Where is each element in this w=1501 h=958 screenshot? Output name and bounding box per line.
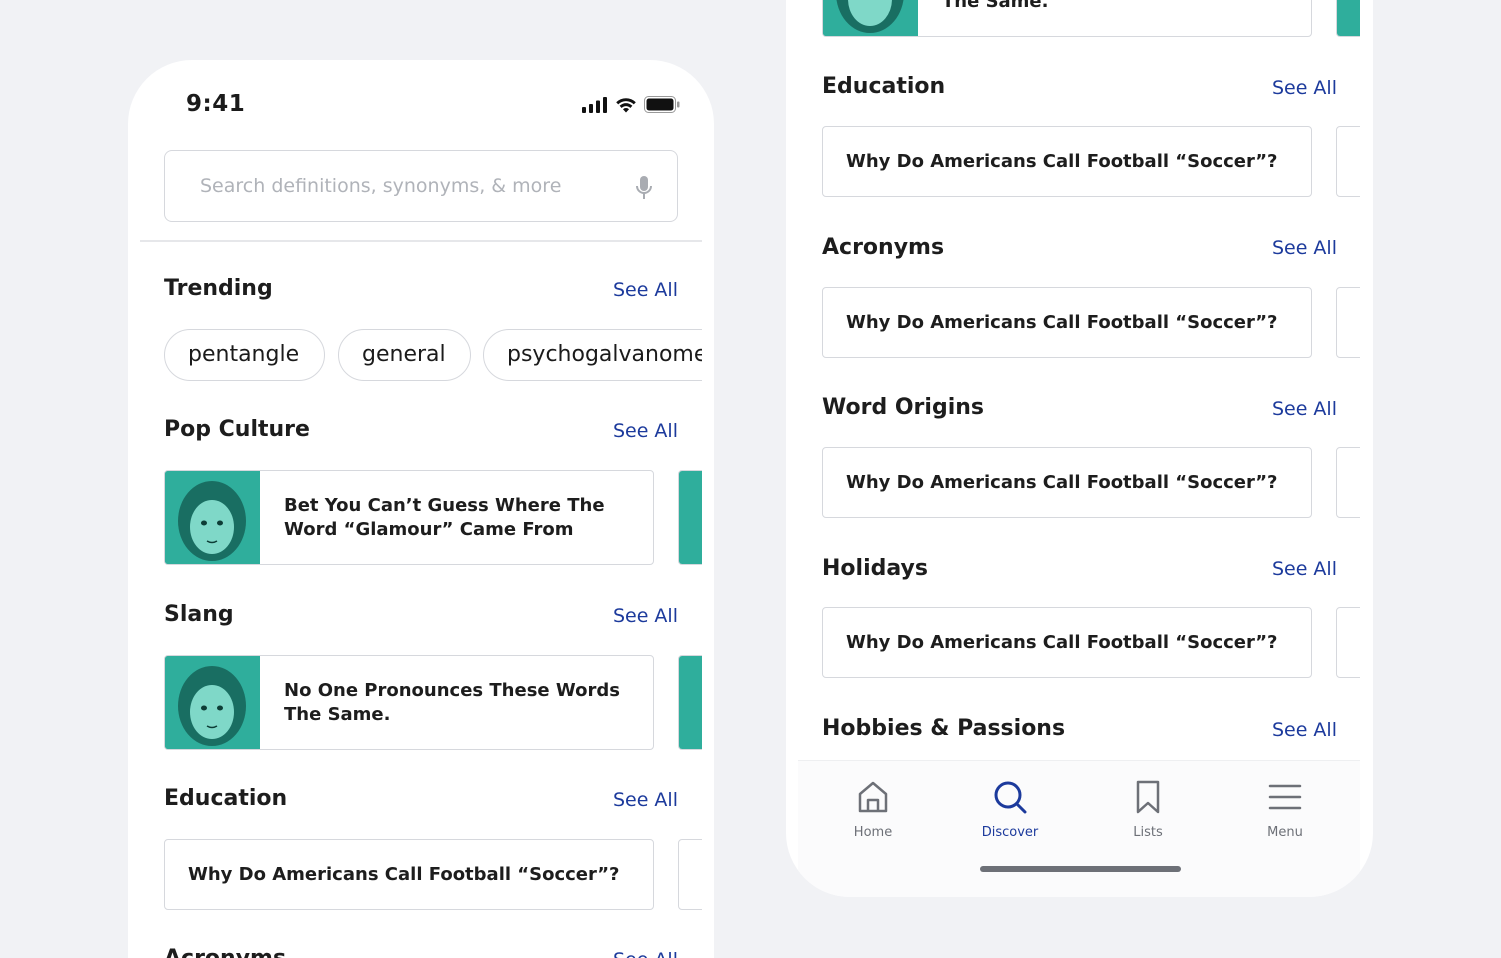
- search-icon: [994, 781, 1027, 814]
- article-title: Why Do Americans Call Football “Soccer”?: [846, 632, 1278, 653]
- article-card-peek[interactable]: [678, 470, 702, 565]
- article-title: Bet You Can’t Guess Where The Word “Glam…: [284, 495, 605, 540]
- article-thumbnail: [679, 656, 702, 749]
- see-all-holidays-link[interactable]: See All: [1272, 558, 1337, 580]
- education-carousel: Why Do Americans Call Football “Soccer”?: [786, 120, 1360, 210]
- word-origins-carousel: Why Do Americans Call Football “Soccer”?: [786, 440, 1360, 530]
- article-title: Why Do Americans Call Football “Soccer”?: [846, 151, 1278, 172]
- article-card[interactable]: Why Do Americans Call Football “Soccer”?: [822, 287, 1312, 358]
- article-card-peek[interactable]: [1336, 607, 1360, 678]
- see-all-education-link[interactable]: See All: [1272, 77, 1337, 99]
- article-card[interactable]: Bet You Can’t Guess Where The Word “Glam…: [164, 470, 654, 565]
- section-title-education: Education: [822, 74, 946, 99]
- see-all-acronyms-link[interactable]: See All: [1272, 237, 1337, 259]
- section-title-holidays: Holidays: [822, 556, 928, 581]
- article-thumbnail: [679, 471, 702, 564]
- section-title-acronyms: Acronyms: [822, 235, 945, 260]
- article-title: Why Do Americans Call Football “Soccer”?: [846, 312, 1278, 333]
- article-thumbnail: [165, 471, 260, 564]
- trending-chip-row: pentangle general psychogalvanometer: [128, 60, 702, 400]
- trending-chip[interactable]: psychogalvanometer: [483, 329, 702, 381]
- acronyms-carousel: Why Do Americans Call Football “Soccer”?: [786, 280, 1360, 370]
- menu-icon: [1268, 784, 1302, 810]
- article-thumbnail: [165, 656, 260, 749]
- tab-menu[interactable]: Menu: [1230, 779, 1340, 840]
- girl-portrait-image: [165, 656, 260, 749]
- section-title-word-origins: Word Origins: [822, 395, 984, 420]
- article-card-peek[interactable]: [678, 839, 702, 910]
- slang-carousel: No One Pronounces These Words The Same.: [128, 645, 702, 755]
- bottom-tab-bar: Home Discover Lists Menu: [798, 760, 1360, 897]
- see-all-acronyms-link[interactable]: See All: [613, 949, 678, 958]
- article-card[interactable]: Why Do Americans Call Football “Soccer”?: [822, 447, 1312, 518]
- girl-portrait-image: [165, 471, 260, 564]
- girl-portrait-image: [823, 0, 918, 36]
- article-card[interactable]: Why Do Americans Call Football “Soccer”?: [822, 607, 1312, 678]
- article-thumbnail: [1337, 0, 1360, 36]
- section-title-slang: Slang: [164, 602, 234, 627]
- phone-screen-discover-top: 9:41 Search definitions, synonyms, & mor…: [128, 60, 714, 958]
- section-title-acronyms: Acronyms: [164, 946, 286, 958]
- article-card[interactable]: Why Do Americans Call Football “Soccer”?: [164, 839, 654, 910]
- home-indicator: [980, 866, 1181, 872]
- article-card[interactable]: The Same.: [822, 0, 1312, 37]
- see-all-word-origins-link[interactable]: See All: [1272, 398, 1337, 420]
- article-card-peek[interactable]: [678, 655, 702, 750]
- article-title: Why Do Americans Call Football “Soccer”?: [188, 864, 620, 885]
- trending-chip[interactable]: pentangle: [164, 329, 325, 381]
- see-all-slang-link[interactable]: See All: [613, 605, 678, 627]
- article-title: Why Do Americans Call Football “Soccer”?: [846, 472, 1278, 493]
- tab-label: Discover: [981, 825, 1039, 840]
- article-card-peek[interactable]: [1336, 0, 1360, 37]
- phone-screen-discover-scrolled: The Same. Education See All Why Do Ameri…: [786, 0, 1373, 897]
- tab-lists[interactable]: Lists: [1093, 779, 1203, 840]
- article-card-peek[interactable]: [1336, 126, 1360, 197]
- holidays-carousel: Why Do Americans Call Football “Soccer”?: [786, 600, 1360, 690]
- tab-label: Home: [853, 825, 893, 840]
- tab-label: Menu: [1267, 825, 1303, 840]
- article-title: The Same.: [942, 0, 1049, 12]
- home-icon: [858, 781, 888, 813]
- tab-label: Lists: [1133, 825, 1163, 840]
- article-card[interactable]: Why Do Americans Call Football “Soccer”?: [822, 126, 1312, 197]
- slang-carousel-tail: The Same.: [786, 0, 1360, 38]
- article-card-peek[interactable]: [1336, 287, 1360, 358]
- trending-chip[interactable]: general: [338, 329, 471, 381]
- see-all-pop-culture-link[interactable]: See All: [613, 420, 678, 442]
- article-card-peek[interactable]: [1336, 447, 1360, 518]
- section-title-education: Education: [164, 786, 288, 811]
- education-carousel: Why Do Americans Call Football “Soccer”?: [128, 830, 702, 920]
- tab-discover[interactable]: Discover: [955, 779, 1065, 840]
- tab-home[interactable]: Home: [818, 779, 928, 840]
- see-all-hobbies-passions-link[interactable]: See All: [1272, 719, 1337, 741]
- article-thumbnail: [823, 0, 918, 36]
- section-title-pop-culture: Pop Culture: [164, 417, 310, 442]
- pop-culture-carousel: Bet You Can’t Guess Where The Word “Glam…: [128, 460, 702, 570]
- article-title: No One Pronounces These Words The Same.: [284, 680, 620, 725]
- article-card[interactable]: No One Pronounces These Words The Same.: [164, 655, 654, 750]
- section-title-hobbies-passions: Hobbies & Passions: [822, 716, 1066, 741]
- see-all-education-link[interactable]: See All: [613, 789, 678, 811]
- bookmark-icon: [1136, 780, 1160, 814]
